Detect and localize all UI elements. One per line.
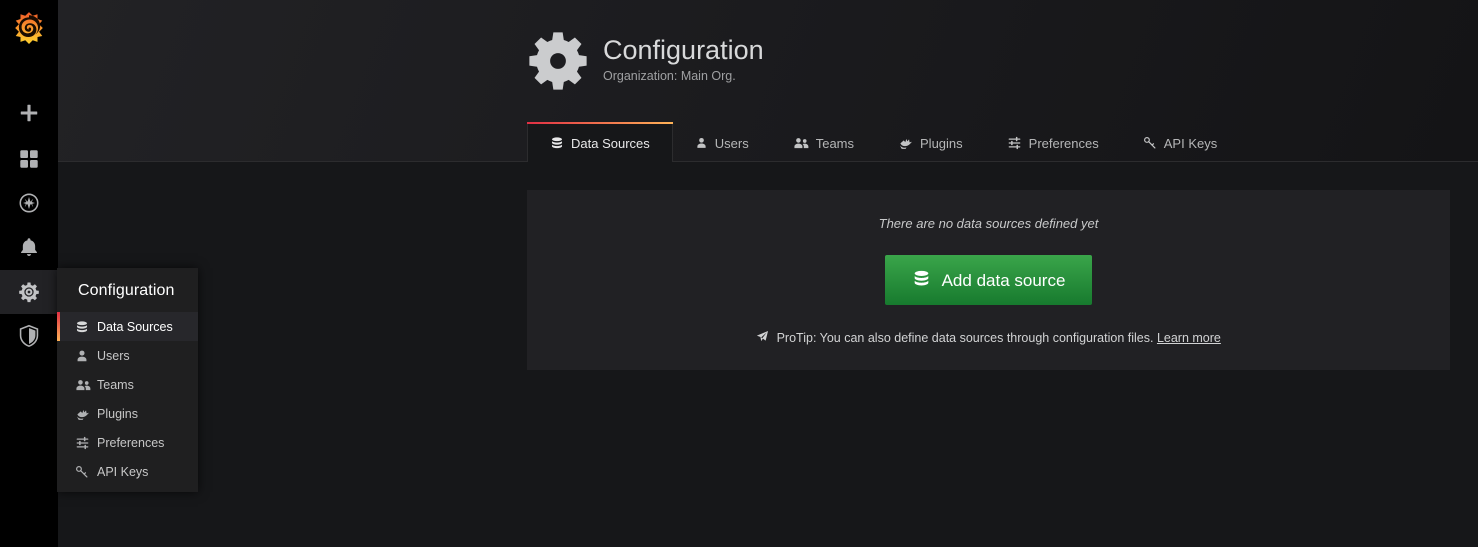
plugin-icon bbox=[75, 407, 97, 421]
sidebar-item-explore[interactable] bbox=[0, 181, 58, 225]
tab-preferences[interactable]: Preferences bbox=[985, 124, 1121, 162]
tab-label: Users bbox=[715, 136, 749, 151]
sliders-icon bbox=[75, 436, 97, 450]
database-icon bbox=[75, 320, 97, 334]
menu-item-label: Preferences bbox=[97, 436, 164, 450]
menu-header: Configuration bbox=[57, 268, 198, 312]
bell-icon bbox=[18, 236, 40, 258]
add-data-source-wrapper: Add data source bbox=[527, 255, 1450, 305]
menu-item-label: Users bbox=[97, 349, 130, 363]
page-subtitle: Organization: Main Org. bbox=[603, 69, 764, 83]
key-icon bbox=[75, 465, 97, 479]
database-icon bbox=[550, 136, 564, 150]
sidebar-item-configuration[interactable] bbox=[0, 270, 58, 314]
grafana-logo-icon bbox=[12, 11, 46, 45]
page-header-text: Configuration Organization: Main Org. bbox=[603, 30, 764, 83]
user-icon bbox=[695, 136, 708, 150]
tab-teams[interactable]: Teams bbox=[771, 124, 876, 162]
tab-plugins[interactable]: Plugins bbox=[876, 124, 985, 162]
data-sources-empty-panel: There are no data sources defined yet Ad… bbox=[527, 190, 1450, 370]
dashboards-icon bbox=[18, 148, 40, 170]
page-header-inner: Configuration Organization: Main Org. bbox=[527, 30, 764, 92]
sidebar-item-dashboards[interactable] bbox=[0, 137, 58, 181]
menu-item-label: Data Sources bbox=[97, 320, 173, 334]
add-data-source-label: Add data source bbox=[942, 272, 1066, 289]
menu-item-label: Teams bbox=[97, 378, 134, 392]
tab-label: Data Sources bbox=[571, 136, 650, 151]
tab-label: Preferences bbox=[1029, 136, 1099, 151]
menu-item-users[interactable]: Users bbox=[57, 341, 198, 370]
tab-data-sources[interactable]: Data Sources bbox=[527, 124, 673, 162]
menu-item-api-keys[interactable]: API Keys bbox=[57, 457, 198, 486]
key-icon bbox=[1143, 136, 1157, 150]
tab-label: Teams bbox=[816, 136, 854, 151]
sidebar-item-create[interactable] bbox=[0, 91, 58, 135]
learn-more-link[interactable]: Learn more bbox=[1157, 331, 1221, 345]
protip-text: ProTip: You can also define data sources… bbox=[777, 331, 1154, 345]
tab-bar: Data Sources Users Teams bbox=[527, 124, 1239, 162]
menu-item-preferences[interactable]: Preferences bbox=[57, 428, 198, 457]
tab-label: Plugins bbox=[920, 136, 963, 151]
users-icon bbox=[793, 136, 809, 150]
gear-icon bbox=[527, 30, 589, 92]
tab-api-keys[interactable]: API Keys bbox=[1121, 124, 1239, 162]
shield-icon bbox=[18, 324, 40, 348]
menu-item-teams[interactable]: Teams bbox=[57, 370, 198, 399]
add-data-source-button[interactable]: Add data source bbox=[885, 255, 1093, 305]
configuration-dropdown-menu: Configuration Data Sources Users bbox=[57, 268, 198, 492]
sliders-icon bbox=[1007, 136, 1022, 150]
menu-item-label: Plugins bbox=[97, 407, 138, 421]
grafana-app: Configuration Data Sources Users bbox=[0, 0, 1478, 547]
empty-state-message: There are no data sources defined yet bbox=[527, 190, 1450, 231]
sidebar-item-server-admin[interactable] bbox=[0, 314, 58, 358]
tab-users[interactable]: Users bbox=[673, 124, 771, 162]
sidebar-item-alerting[interactable] bbox=[0, 225, 58, 269]
tab-label: API Keys bbox=[1164, 136, 1217, 151]
page-title: Configuration bbox=[603, 34, 764, 66]
protip-row: ProTip: You can also define data sources… bbox=[527, 330, 1450, 346]
grafana-logo[interactable] bbox=[0, 0, 58, 56]
rocket-icon bbox=[756, 330, 769, 346]
users-icon bbox=[75, 378, 97, 392]
gear-icon bbox=[18, 281, 40, 303]
main-sidebar bbox=[0, 0, 58, 547]
plus-icon bbox=[18, 102, 40, 124]
compass-icon bbox=[18, 192, 40, 214]
menu-item-label: API Keys bbox=[97, 465, 148, 479]
menu-item-data-sources[interactable]: Data Sources bbox=[57, 312, 198, 341]
user-icon bbox=[75, 349, 97, 363]
plugin-icon bbox=[898, 136, 913, 150]
database-icon bbox=[912, 269, 931, 291]
menu-item-plugins[interactable]: Plugins bbox=[57, 399, 198, 428]
